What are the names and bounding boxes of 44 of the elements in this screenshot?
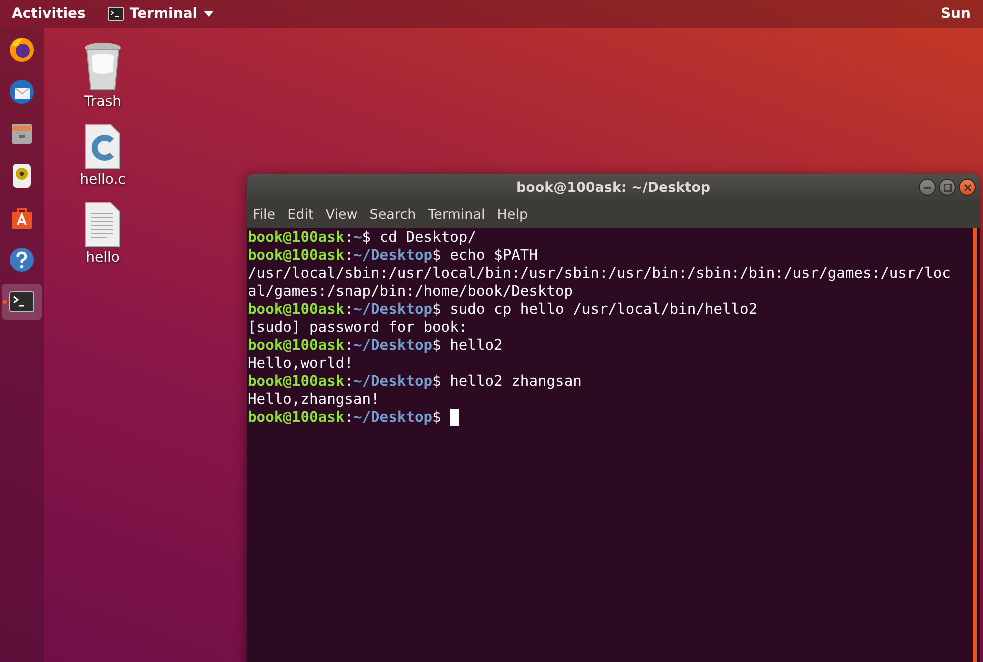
maximize-icon — [944, 184, 952, 192]
prompt-line: book@100ask:~/Desktop$ sudo cp hello /usr/local/bin/hello2 — [248, 301, 759, 319]
output-line: [sudo] password for book: — [248, 319, 469, 337]
menu-item[interactable]: File — [247, 207, 282, 223]
menu-item[interactable]: Terminal — [422, 207, 492, 223]
activities-button[interactable]: Activities — [12, 6, 86, 22]
output-line: Hello,zhangsan! — [248, 391, 381, 409]
close-icon — [964, 184, 972, 192]
prompt-line: book@100ask:~/Desktop$ hello2 — [248, 337, 504, 355]
minimize-icon — [924, 186, 931, 188]
menu-item[interactable]: Edit — [282, 207, 320, 223]
output-line: /usr/local/sbin:/usr/local/bin:/usr/sbin:/usr/bin:/sbin:/bin:/usr/games:/usr/loc — [248, 265, 952, 283]
clock[interactable]: Sun — [940, 6, 971, 22]
scrollbar[interactable] — [973, 228, 977, 662]
text-file-icon — [85, 202, 121, 248]
minimize-button[interactable] — [919, 179, 936, 196]
menu-item[interactable]: View — [320, 207, 364, 223]
dock-item[interactable] — [2, 284, 42, 320]
c-source-file-icon — [85, 124, 121, 170]
prompt-line: book@100ask:~/Desktop$ echo $PATH — [248, 247, 539, 265]
maximize-button[interactable] — [939, 179, 956, 196]
firefox-icon — [8, 36, 36, 64]
app-menu[interactable]: Terminal — [108, 6, 214, 22]
prompt-line: book@100ask:~/Desktop$ — [248, 409, 973, 427]
mail-icon — [8, 78, 36, 106]
window-title: book@100ask: ~/Desktop — [516, 180, 711, 196]
trash-can-icon — [84, 42, 122, 92]
desktop-icon-label[interactable]: hello.c — [80, 172, 126, 188]
prompt-line: book@100ask:~/Desktop$ hello2 zhangsan — [248, 373, 583, 391]
output-line: Hello,world! — [248, 355, 354, 373]
terminal-icon — [108, 7, 124, 21]
desktop-icon-label[interactable]: Trash — [84, 94, 122, 110]
desktop-icon-label[interactable]: hello — [86, 250, 120, 266]
shopping-bag-icon — [9, 205, 35, 231]
close-button[interactable] — [959, 179, 976, 196]
speaker-icon — [10, 162, 34, 190]
caret-icon — [204, 11, 214, 17]
output-line: al/games:/snap/bin:/home/book/Desktop — [248, 283, 574, 301]
help-icon — [9, 247, 35, 273]
prompt-line: book@100ask:~$ cd Desktop/ — [248, 229, 478, 247]
menu-item[interactable]: Search — [364, 207, 422, 223]
terminal-icon — [9, 291, 35, 313]
menu-item[interactable]: Help — [491, 207, 534, 223]
file-cabinet-icon — [9, 121, 35, 147]
